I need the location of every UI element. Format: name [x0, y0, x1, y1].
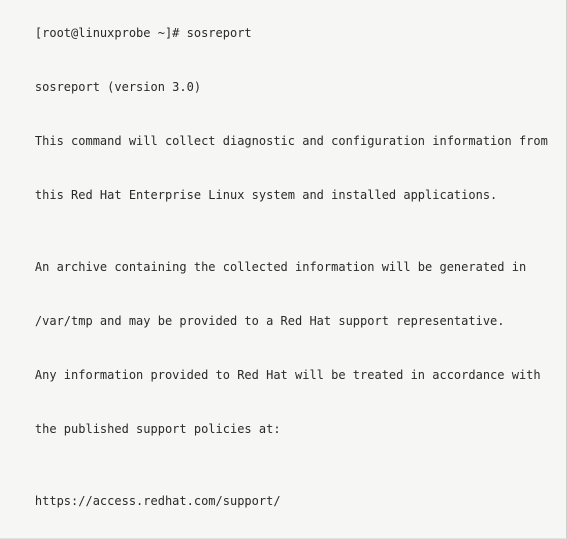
terminal-blank-line-2: [6, 456, 566, 474]
shell-prompt-command: [root@linuxprobe ~]# sosreport: [34, 26, 252, 40]
terminal-line-prompt-command: [root@linuxprobe ~]# sosreport: [6, 6, 566, 60]
terminal-blank-line-1: [6, 222, 566, 240]
support-url-text[interactable]: https://access.redhat.com/support/: [35, 494, 281, 508]
sosreport-version-text: sosreport (version 3.0): [34, 80, 202, 94]
archive-info-line-3: Any information provided to Red Hat will…: [34, 368, 541, 382]
intro-text-line-2: this Red Hat Enterprise Linux system and…: [34, 188, 498, 202]
terminal-line-archive-2: /var/tmp and may be provided to a Red Ha…: [6, 294, 566, 348]
archive-info-line-4: the published support policies at:: [34, 422, 281, 436]
intro-text-line-1: This command will collect diagnostic and…: [34, 134, 548, 148]
terminal-line-intro-2: this Red Hat Enterprise Linux system and…: [6, 168, 566, 222]
archive-info-line-1: An archive containing the collected info…: [34, 260, 527, 274]
terminal-line-support-url: https://access.redhat.com/support/: [6, 474, 566, 528]
terminal-line-archive-4: the published support policies at:: [6, 402, 566, 456]
terminal-window[interactable]: [root@linuxprobe ~]# sosreport sosreport…: [0, 0, 567, 539]
terminal-line-archive-1: An archive containing the collected info…: [6, 240, 566, 294]
terminal-line-archive-3: Any information provided to Red Hat will…: [6, 348, 566, 402]
terminal-blank-line-3: [6, 528, 566, 538]
terminal-line-version: sosreport (version 3.0): [6, 60, 566, 114]
terminal-line-intro-1: This command will collect diagnostic and…: [6, 114, 566, 168]
archive-info-line-2: /var/tmp and may be provided to a Red Ha…: [34, 314, 505, 328]
